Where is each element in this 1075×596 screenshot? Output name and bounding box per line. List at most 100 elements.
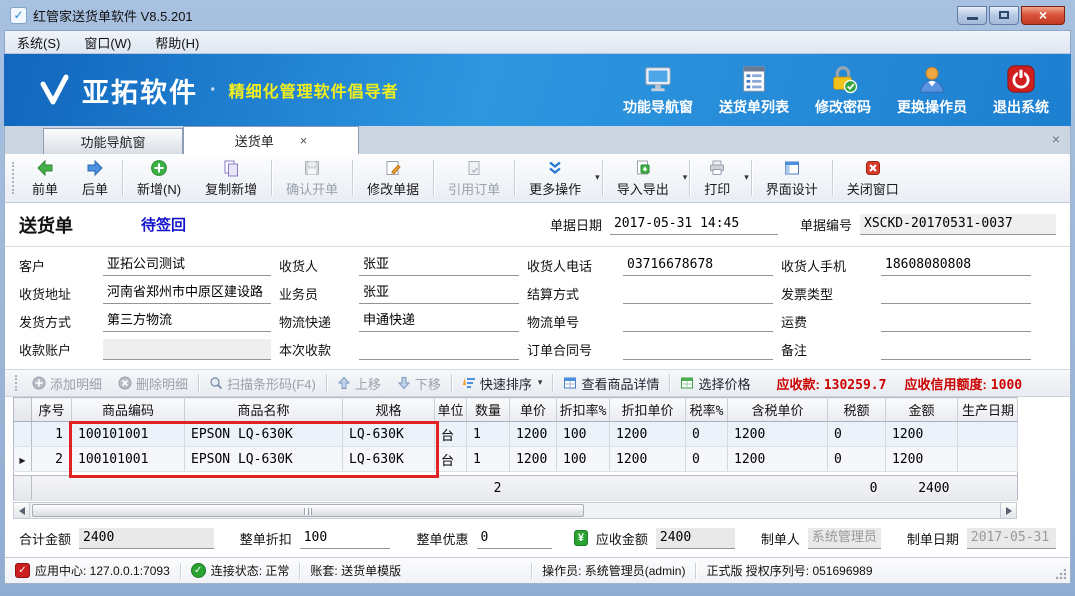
order-discount-field[interactable]: 100 [300, 528, 391, 549]
settlement-field[interactable] [623, 283, 773, 304]
connection-ok-icon: ✓ [191, 563, 206, 578]
exit-system-button[interactable]: 退出系统 [993, 64, 1049, 117]
ui-design-button[interactable]: 界面设计 [754, 156, 830, 200]
col-qty[interactable]: 数量 [467, 398, 510, 422]
dropdown-arrow-icon[interactable]: ▾ [744, 173, 749, 183]
order-deduction-field[interactable]: 0 [477, 528, 553, 549]
next-order-button[interactable]: 后单 [70, 156, 120, 200]
dropdown-arrow-icon[interactable]: ▾ [595, 173, 600, 183]
maximize-button[interactable] [989, 6, 1019, 25]
detail-toolbar-grip[interactable] [15, 375, 20, 391]
col-product-code[interactable]: 商品编码 [72, 398, 185, 422]
toolbar-separator [352, 160, 353, 196]
minimize-button[interactable] [957, 6, 987, 25]
col-tax-price[interactable]: 含税单价 [728, 398, 828, 422]
document-icon [465, 159, 483, 177]
consignee-phone-field[interactable]: 03716678678 [623, 255, 773, 276]
qty-total: 2 [467, 476, 510, 501]
freight-label: 运费 [781, 312, 873, 331]
horizontal-scrollbar[interactable] [13, 502, 1017, 519]
consignee-mobile-field[interactable]: 18608080808 [881, 255, 1031, 276]
row-selector[interactable]: ▶ [14, 447, 32, 472]
col-prod-date[interactable]: 生产日期 [958, 398, 1018, 422]
panel-close-icon[interactable]: × [1052, 131, 1060, 147]
salesman-field[interactable]: 张亚 [359, 283, 519, 304]
quick-sort-button[interactable]: 快速排序 ▾ [454, 374, 551, 393]
col-amount[interactable]: 金额 [886, 398, 958, 422]
close-icon: × [1039, 7, 1047, 23]
print-button[interactable]: 打印 [692, 157, 742, 200]
logistics-field[interactable]: 申通快递 [359, 311, 519, 332]
create-date-label: 制单日期 [907, 529, 959, 548]
add-detail-button: 添加明细 [24, 374, 110, 393]
close-window-button[interactable]: 关闭窗口 [835, 156, 911, 200]
status-account-set: 账套: 送货单模版 [310, 562, 401, 579]
row-selector[interactable] [14, 422, 32, 447]
status-separator [180, 563, 181, 579]
doc-number-label: 单据编号 [800, 215, 852, 234]
dropdown-arrow-icon[interactable]: ▾ [538, 378, 543, 388]
scroll-left-button[interactable] [14, 503, 30, 518]
col-discount-rate[interactable]: 折扣率% [557, 398, 610, 422]
menu-help[interactable]: 帮助(H) [143, 30, 211, 55]
app-logo-icon: ✓ [10, 7, 27, 24]
dropdown-arrow-icon[interactable]: ▾ [683, 173, 688, 183]
scrollbar-thumb[interactable] [32, 504, 584, 517]
contract-no-field[interactable] [623, 339, 773, 360]
payment-now-field[interactable] [359, 339, 519, 360]
tab-nav-window[interactable]: 功能导航窗 [43, 128, 183, 154]
invoice-type-field[interactable] [881, 283, 1031, 304]
col-seq[interactable]: 序号 [32, 398, 72, 422]
tax-total: 0 [828, 476, 886, 501]
address-field[interactable]: 河南省郑州市中原区建设路 [103, 283, 271, 304]
col-discount-price[interactable]: 折扣单价 [610, 398, 686, 422]
modify-order-button[interactable]: 修改单据 [355, 156, 431, 200]
change-password-button[interactable]: 修改密码 [815, 64, 871, 117]
more-actions-button[interactable]: 更多操作 [517, 157, 593, 200]
magnifier-icon [209, 376, 223, 390]
col-price[interactable]: 单价 [510, 398, 557, 422]
freight-field[interactable] [881, 311, 1031, 332]
menu-window[interactable]: 窗口(W) [72, 30, 143, 55]
move-up-button: 上移 [329, 374, 389, 393]
tracking-no-field[interactable] [623, 311, 773, 332]
status-separator [299, 563, 300, 579]
status-license: 正式版 授权序列号: 051696989 [706, 562, 872, 579]
view-product-detail-button[interactable]: 查看商品详情 [555, 374, 667, 393]
remark-field[interactable] [881, 339, 1031, 360]
col-tax[interactable]: 税额 [828, 398, 886, 422]
status-separator [695, 563, 696, 579]
col-unit[interactable]: 单位 [435, 398, 467, 422]
document-header: 送货单 待签回 单据日期 2017-05-31 14:45 单据编号 XSCKD… [5, 203, 1070, 247]
import-export-button[interactable]: 导入导出 [605, 157, 681, 200]
minimize-icon [967, 17, 978, 20]
tab-delivery-order[interactable]: 送货单 × [183, 126, 359, 154]
doc-date-field[interactable]: 2017-05-31 14:45 [610, 214, 778, 235]
col-spec[interactable]: 规格 [343, 398, 435, 422]
col-tax-rate[interactable]: 税率% [686, 398, 728, 422]
new-button[interactable]: 新增(N) [125, 156, 193, 200]
copy-new-button[interactable]: 复制新增 [193, 156, 269, 200]
creator-label: 制单人 [761, 529, 800, 548]
tab-bar: 功能导航窗 送货单 × × [4, 126, 1071, 154]
consignee-field[interactable]: 张亚 [359, 255, 519, 276]
amount-total: 2400 [886, 476, 958, 501]
menu-system[interactable]: 系统(S) [5, 30, 72, 55]
ship-method-field[interactable]: 第三方物流 [103, 311, 271, 332]
toolbar-grip[interactable] [12, 162, 17, 194]
nav-window-button[interactable]: 功能导航窗 [623, 64, 693, 117]
confirm-order-button: 确认开单 [274, 156, 350, 200]
col-product-name[interactable]: 商品名称 [185, 398, 343, 422]
customer-field[interactable]: 亚拓公司测试 [103, 255, 271, 276]
tracking-no-label: 物流单号 [527, 312, 615, 331]
toolbar-separator [271, 160, 272, 196]
tab-close-icon[interactable]: × [300, 133, 308, 148]
switch-operator-button[interactable]: 更换操作员 [897, 64, 967, 117]
close-button[interactable]: × [1021, 6, 1065, 25]
resize-grip[interactable] [1056, 569, 1066, 579]
delivery-list-button[interactable]: 送货单列表 [719, 64, 789, 117]
window-bottom-border [4, 584, 1071, 596]
prev-order-button[interactable]: 前单 [20, 156, 70, 200]
select-price-button[interactable]: 选择价格 [672, 374, 758, 393]
scroll-right-button[interactable] [1000, 503, 1016, 518]
